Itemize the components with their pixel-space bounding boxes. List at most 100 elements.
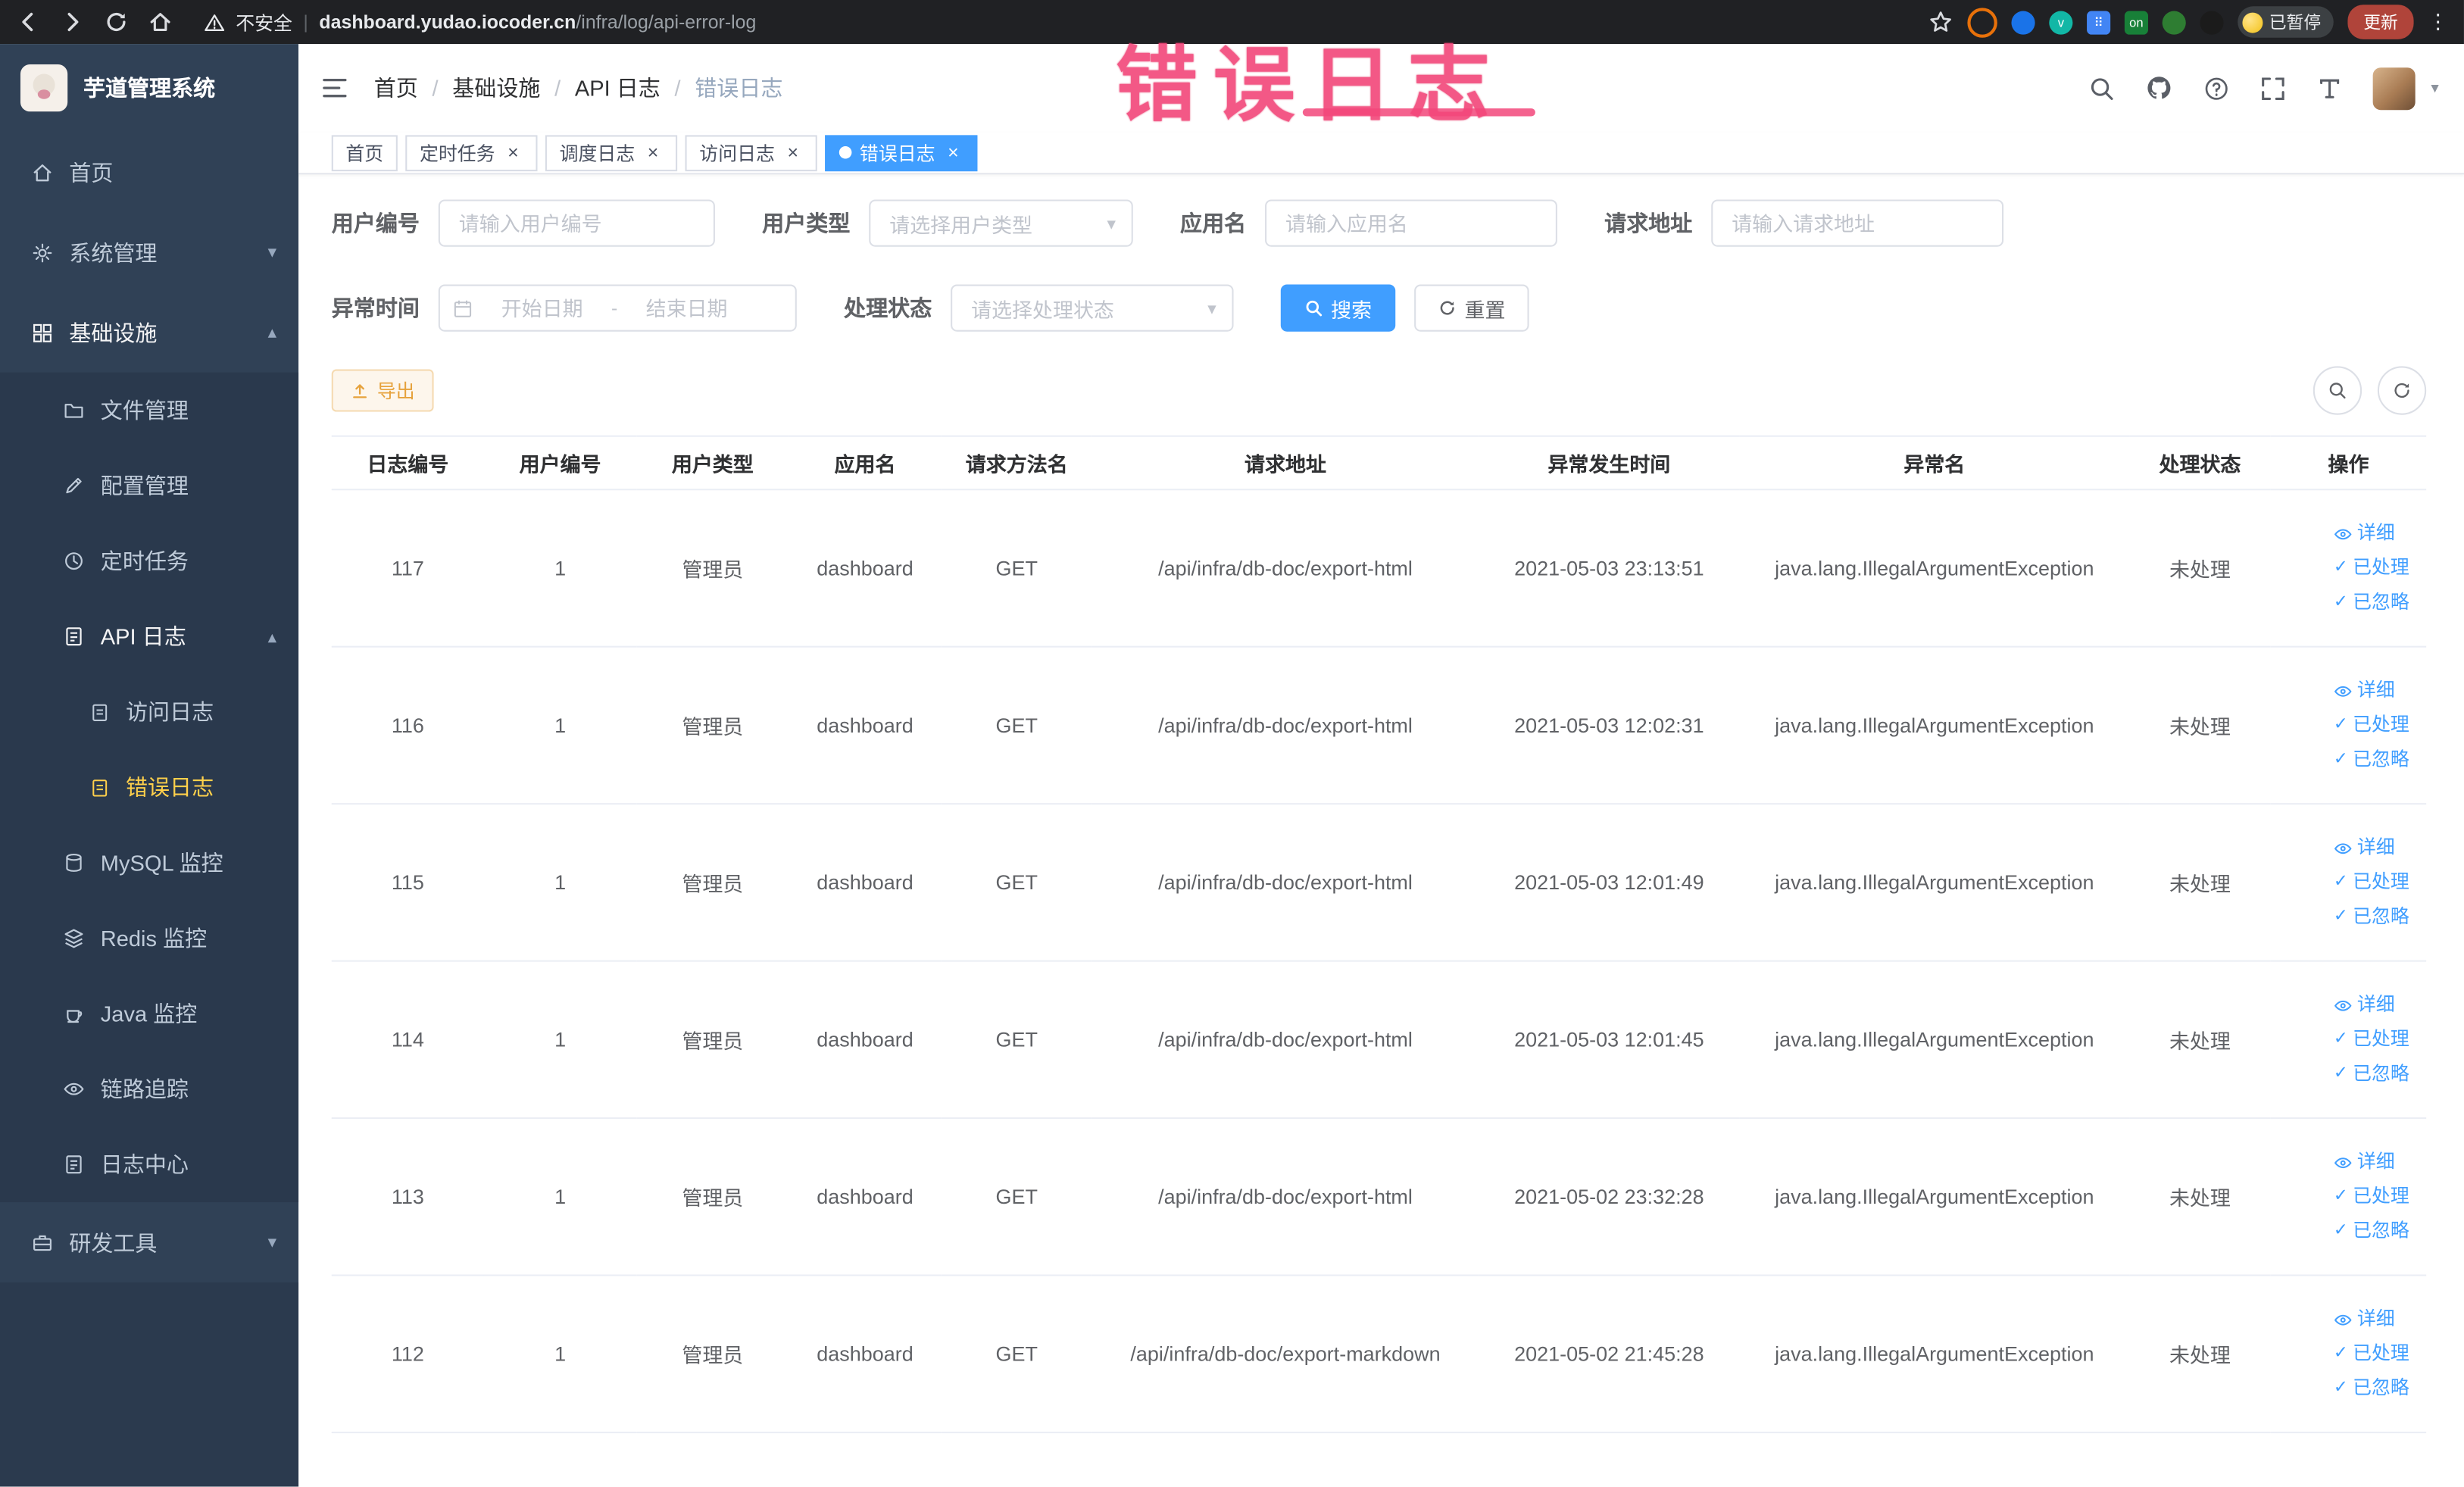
export-button[interactable]: 导出 (331, 369, 434, 412)
sidebar-item-file[interactable]: 文件管理 (0, 373, 298, 448)
close-icon[interactable]: × (643, 142, 664, 163)
close-icon[interactable]: × (943, 142, 963, 163)
breadcrumb-api-log[interactable]: API 日志 (575, 72, 661, 103)
eye-icon (2334, 1314, 2352, 1325)
chevron-up-icon: ▴ (267, 627, 277, 647)
search-icon[interactable] (2088, 75, 2115, 102)
sidebar-item-redis[interactable]: Redis 监控 (0, 901, 298, 976)
avatar-caret-icon[interactable]: ▾ (2431, 80, 2438, 97)
ignored-link[interactable]: ✓ 已忽略 (2334, 1218, 2409, 1245)
toggle-search-button[interactable] (2313, 366, 2363, 415)
request-url-input[interactable] (1711, 199, 2004, 247)
reload-icon[interactable] (104, 9, 129, 34)
sidebar-item-system[interactable]: 系统管理 ▾ (0, 212, 298, 292)
browser-update-button[interactable]: 更新 (2347, 5, 2414, 39)
check-icon: ✓ (2333, 872, 2348, 892)
home-icon[interactable] (148, 9, 173, 34)
app-logo[interactable]: 芋道管理系统 (0, 44, 298, 132)
detail-link[interactable]: 详细 (2334, 992, 2395, 1018)
eye-icon (2334, 842, 2352, 854)
close-icon[interactable]: × (503, 142, 523, 163)
detail-link[interactable]: 详细 (2334, 520, 2395, 547)
reset-button[interactable]: 重置 (1414, 284, 1529, 332)
col-user-id: 用户编号 (483, 435, 637, 491)
sidebar-item-api-log[interactable]: API 日志 ▴ (0, 598, 298, 674)
cell-exception-time: 2021-05-03 23:13:51 (1479, 489, 1740, 648)
cell-status: 未处理 (2129, 804, 2271, 962)
extension-icon-2[interactable] (2011, 10, 2035, 34)
status-select[interactable]: 请选择处理状态 ▾ (951, 284, 1234, 332)
user-avatar[interactable] (2372, 67, 2416, 110)
browser-menu-icon[interactable]: ⋮ (2428, 9, 2448, 34)
sidebar-item-mysql[interactable]: MySQL 监控 (0, 825, 298, 901)
breadcrumb-home[interactable]: 首页 (374, 72, 418, 103)
extension-icon-4[interactable]: ⠿ (2087, 10, 2111, 34)
tab-job[interactable]: 定时任务 × (405, 134, 538, 171)
check-icon: ✓ (2333, 1064, 2348, 1083)
cell-exception-name: java.lang.IllegalArgumentException (1739, 646, 2130, 805)
cell-exception-time: 2021-05-03 12:01:45 (1479, 961, 1740, 1120)
sidebar-item-job[interactable]: 定时任务 (0, 523, 298, 599)
sidebar-item-java[interactable]: Java 监控 (0, 976, 298, 1051)
bookmark-star-icon[interactable] (1928, 9, 1953, 34)
address-bar[interactable]: 不安全 | dashboard.yudao.iocoder.cn/infra/l… (205, 8, 756, 35)
detail-link[interactable]: 详细 (2334, 1306, 2395, 1332)
detail-link[interactable]: 详细 (2334, 1149, 2395, 1176)
extension-on-icon[interactable]: on (2124, 10, 2148, 34)
extension-icon-1[interactable] (1967, 7, 1997, 37)
exception-time-range-picker[interactable]: - (438, 284, 797, 332)
app-name-input[interactable] (1265, 199, 1557, 247)
cell-user-type: 管理员 (636, 489, 789, 648)
back-icon[interactable] (16, 9, 41, 34)
breadcrumb-infra[interactable]: 基础设施 (452, 72, 540, 103)
help-icon[interactable] (2203, 75, 2230, 102)
hamburger-icon[interactable] (320, 74, 348, 102)
ignored-link[interactable]: ✓ 已忽略 (2334, 1061, 2409, 1087)
forward-icon[interactable] (60, 9, 85, 34)
processed-link[interactable]: ✓ 已处理 (2334, 1026, 2409, 1053)
fullscreen-icon[interactable] (2259, 75, 2286, 102)
close-icon[interactable]: × (782, 142, 803, 163)
processed-link[interactable]: ✓ 已处理 (2334, 869, 2409, 895)
user-id-input[interactable] (438, 199, 715, 247)
processed-link[interactable]: ✓ 已处理 (2334, 1341, 2409, 1367)
github-icon[interactable] (2145, 74, 2173, 102)
app-frame: 芋道管理系统 首页 系统管理 ▾ 基础设施 ▴ 文件管理 配置管理 定时任务 A… (0, 44, 2464, 1487)
sidebar-item-log-center[interactable]: 日志中心 (0, 1126, 298, 1202)
ignored-link[interactable]: ✓ 已忽略 (2334, 589, 2409, 616)
tab-access-log[interactable]: 访问日志 × (685, 134, 817, 171)
extension-icon-3[interactable]: v (2049, 10, 2073, 34)
sidebar-item-dev-tools[interactable]: 研发工具 ▾ (0, 1202, 298, 1282)
gear-icon (33, 242, 52, 262)
start-date-input[interactable] (479, 294, 605, 322)
extension-icon-5[interactable] (2162, 10, 2186, 34)
processed-link[interactable]: ✓ 已处理 (2334, 712, 2409, 739)
processed-link[interactable]: ✓ 已处理 (2334, 1183, 2409, 1210)
cell-exception-name: java.lang.IllegalArgumentException (1739, 1275, 2130, 1434)
tab-error-log[interactable]: 错误日志 × (825, 134, 978, 171)
tab-job-log[interactable]: 调度日志 × (545, 134, 678, 171)
refresh-button[interactable] (2377, 366, 2427, 415)
processed-link[interactable]: ✓ 已处理 (2334, 555, 2409, 581)
paused-extension-badge[interactable]: 已暂停 (2238, 6, 2334, 38)
cell-user-id: 1 (483, 961, 637, 1120)
sidebar-item-access-log[interactable]: 访问日志 (0, 674, 298, 750)
ignored-link[interactable]: ✓ 已忽略 (2334, 746, 2409, 773)
cell-app-name: dashboard (789, 646, 942, 805)
extension-icon-6[interactable] (2200, 10, 2224, 34)
sidebar-item-error-log[interactable]: 错误日志 (0, 750, 298, 826)
user-type-select[interactable]: 请选择用户类型 ▾ (869, 199, 1133, 247)
sidebar-item-home[interactable]: 首页 (0, 132, 298, 212)
tab-home[interactable]: 首页 (331, 134, 398, 171)
detail-link[interactable]: 详细 (2334, 835, 2395, 861)
ignored-link[interactable]: ✓ 已忽略 (2334, 904, 2409, 930)
detail-link[interactable]: 详细 (2334, 677, 2395, 704)
sidebar-item-infra[interactable]: 基础设施 ▴ (0, 292, 298, 373)
search-button[interactable]: 搜索 (1280, 284, 1396, 332)
ignored-link[interactable]: ✓ 已忽略 (2334, 1375, 2409, 1401)
sidebar-item-trace[interactable]: 链路追踪 (0, 1051, 298, 1127)
end-date-input[interactable] (623, 294, 750, 322)
font-size-icon[interactable] (2316, 75, 2343, 102)
top-navbar: 首页 / 基础设施 / API 日志 / 错误日志 ▾ (298, 44, 2464, 133)
sidebar-item-config[interactable]: 配置管理 (0, 448, 298, 523)
